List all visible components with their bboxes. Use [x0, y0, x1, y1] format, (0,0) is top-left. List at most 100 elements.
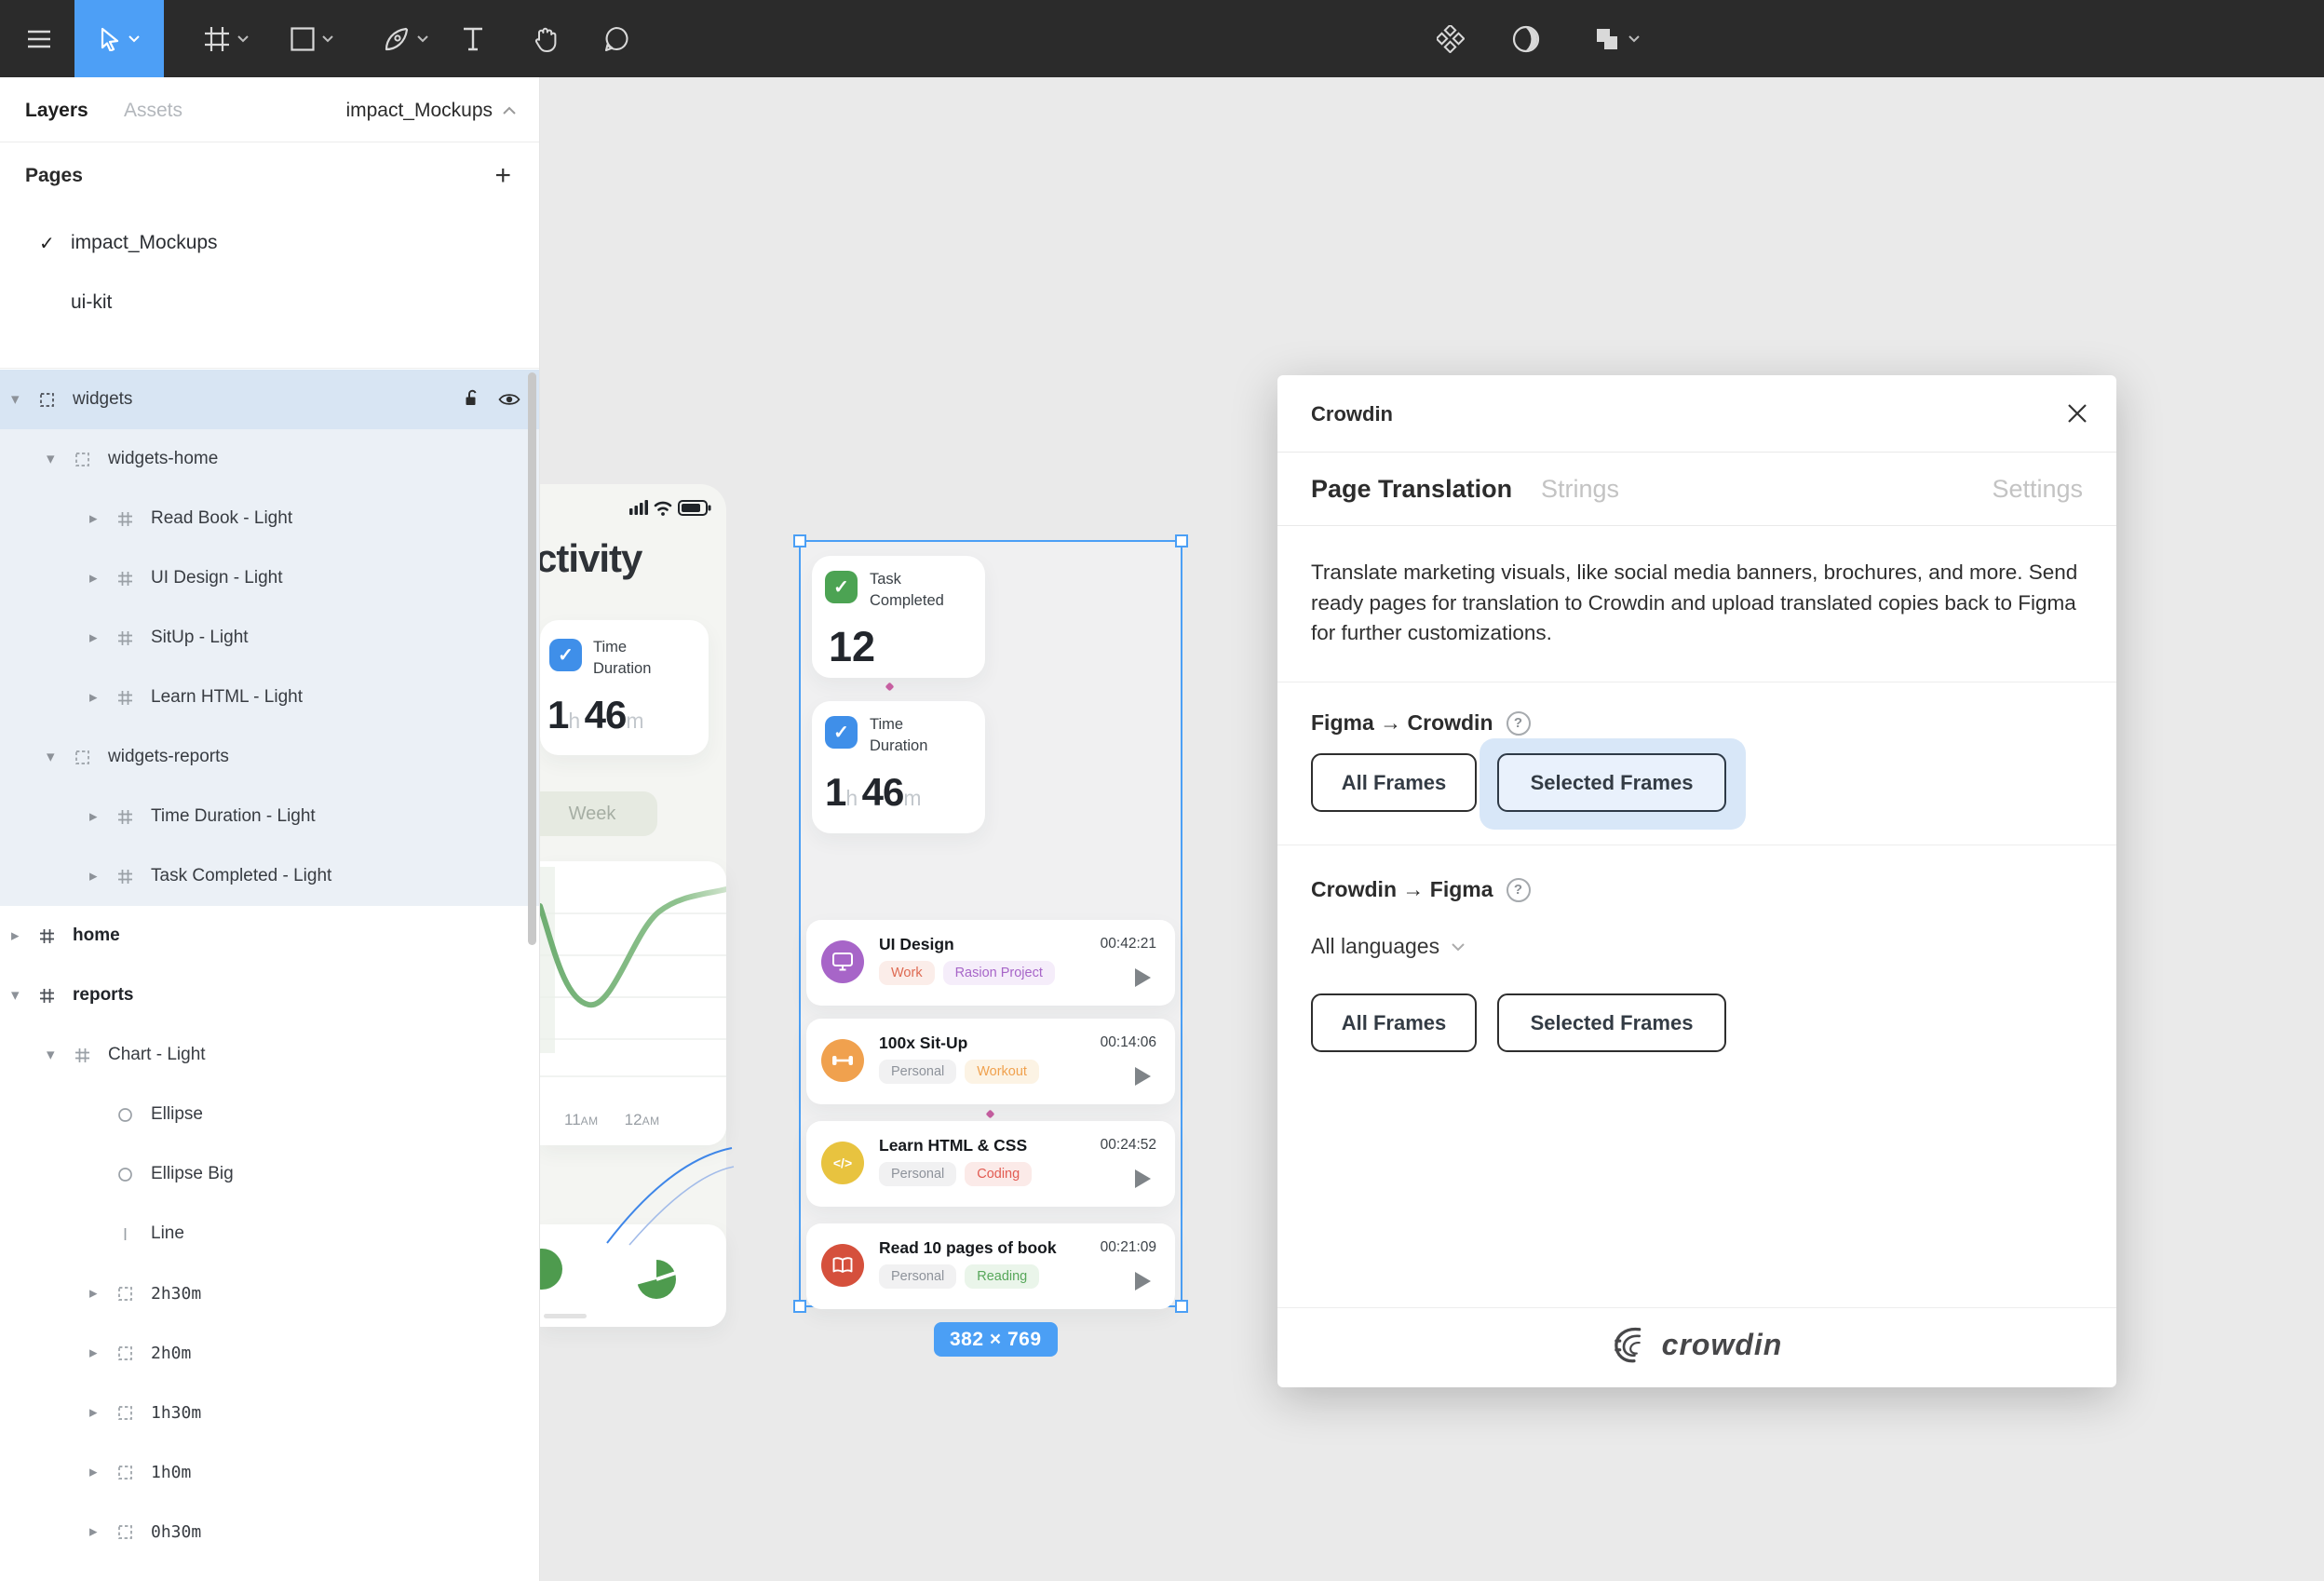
- add-page-button[interactable]: +: [494, 157, 511, 195]
- page-item-impact-mockups[interactable]: ✓ impact_Mockups: [0, 213, 539, 273]
- selection-handle-sw[interactable]: [793, 1300, 806, 1313]
- layer-row-read-book-light[interactable]: ▸ Read Book - Light: [0, 489, 539, 548]
- main-menu-button[interactable]: [13, 0, 65, 77]
- disclosure-closed-icon[interactable]: ▸: [89, 1403, 117, 1422]
- boolean-tool-button[interactable]: [1577, 0, 1655, 77]
- layer-row-ellipse-big[interactable]: Ellipse Big: [0, 1144, 539, 1204]
- sidebar-scrollbar[interactable]: [528, 372, 536, 945]
- comment-tool-button[interactable]: [588, 0, 644, 77]
- close-icon[interactable]: [2064, 400, 2090, 426]
- layer-row-task-completed-light[interactable]: ▸ Task Completed - Light: [0, 846, 539, 906]
- disclosure-open-icon[interactable]: ▾: [47, 748, 74, 766]
- x-label: 11AM: [564, 1111, 599, 1128]
- figma-to-crowdin-selected-frames-button[interactable]: Selected Frames: [1497, 753, 1726, 812]
- widget-label: Time Duration: [870, 716, 928, 755]
- group-layer-icon: [117, 1524, 147, 1540]
- hours-value: 1: [825, 770, 846, 814]
- figma-to-crowdin-all-frames-button[interactable]: All Frames: [1311, 753, 1477, 812]
- layer-row-ellipse[interactable]: Ellipse: [0, 1085, 539, 1144]
- layer-row-1h30m[interactable]: ▸ 1h30m: [0, 1383, 539, 1442]
- tab-layers[interactable]: Layers: [25, 100, 88, 122]
- task-completed-widget: ✓ Task Completed 12: [812, 556, 985, 678]
- selection-handle-se[interactable]: [1175, 1300, 1188, 1313]
- layer-label: widgets-home: [108, 449, 219, 468]
- layer-row-home[interactable]: ▸ home: [0, 906, 539, 966]
- crowdin-to-figma-all-frames-button[interactable]: All Frames: [1311, 993, 1477, 1052]
- disclosure-closed-icon[interactable]: ▸: [89, 1344, 117, 1362]
- disclosure-closed-icon[interactable]: ▸: [89, 867, 117, 885]
- shape-tool-button[interactable]: [272, 0, 352, 77]
- disclosure-closed-icon[interactable]: ▸: [89, 569, 117, 588]
- crowdin-logo-icon: [1614, 1327, 1641, 1363]
- layer-label: Learn HTML - Light: [151, 687, 303, 707]
- layer-row-0h30m[interactable]: ▸ 0h30m: [0, 1502, 539, 1561]
- hours-value: 1: [547, 693, 569, 736]
- minutes-unit: m: [903, 786, 922, 810]
- monitor-icon: [821, 940, 864, 983]
- layer-row-chart-light[interactable]: ▾ Chart - Light: [0, 1025, 539, 1085]
- eye-icon[interactable]: [498, 392, 520, 412]
- hand-tool-button[interactable]: [518, 0, 574, 77]
- selection-handle-ne[interactable]: [1175, 534, 1188, 547]
- play-icon[interactable]: [1135, 1272, 1151, 1290]
- layer-row-reports[interactable]: ▾ reports: [0, 966, 539, 1025]
- selection-handle-nw[interactable]: [793, 534, 806, 547]
- check-icon: ✓: [825, 716, 858, 749]
- layer-row-2h0m[interactable]: ▸ 2h0m: [0, 1323, 539, 1383]
- layer-row-ui-design-light[interactable]: ▸ UI Design - Light: [0, 548, 539, 608]
- play-icon[interactable]: [1135, 1067, 1151, 1086]
- unlock-icon[interactable]: [463, 388, 481, 412]
- disclosure-open-icon[interactable]: ▾: [11, 390, 39, 409]
- tag-workout: Workout: [965, 1060, 1039, 1084]
- pen-tool-button[interactable]: [363, 0, 449, 77]
- file-menu[interactable]: impact_Mockups: [345, 100, 517, 122]
- disclosure-open-icon[interactable]: ▾: [11, 986, 39, 1005]
- group-layer-icon: [117, 1465, 147, 1480]
- help-icon[interactable]: ?: [1506, 877, 1531, 902]
- layer-row-line[interactable]: Line: [0, 1204, 539, 1263]
- selected-frame-widgets[interactable]: ✓ Task Completed 12 ✓ Time Duration 1h 4…: [793, 534, 1188, 1313]
- mask-tool-button[interactable]: [1497, 0, 1555, 77]
- disclosure-closed-icon[interactable]: ▸: [89, 807, 117, 826]
- layer-row-widgets[interactable]: ▾ widgets: [0, 370, 539, 429]
- help-icon[interactable]: ?: [1506, 710, 1531, 736]
- play-icon[interactable]: [1135, 1169, 1151, 1188]
- disclosure-closed-icon[interactable]: ▸: [89, 509, 117, 528]
- disclosure-closed-icon[interactable]: ▸: [89, 688, 117, 707]
- layer-row-situp-light[interactable]: ▸ SitUp - Light: [0, 608, 539, 668]
- disclosure-closed-icon[interactable]: ▸: [11, 926, 39, 945]
- frame-tool-button[interactable]: [186, 0, 266, 77]
- disclosure-closed-icon[interactable]: ▸: [89, 1463, 117, 1481]
- layer-label: Ellipse Big: [151, 1164, 234, 1183]
- language-dropdown[interactable]: All languages: [1311, 934, 1466, 959]
- component-tool-button[interactable]: [1421, 0, 1480, 77]
- crowdin-to-figma-selected-frames-button[interactable]: Selected Frames: [1497, 993, 1726, 1052]
- tab-settings[interactable]: Settings: [1992, 475, 2083, 504]
- disclosure-closed-icon[interactable]: ▸: [89, 1522, 117, 1541]
- move-tool-button[interactable]: [74, 0, 164, 77]
- layer-row-time-duration-light[interactable]: ▸ Time Duration - Light: [0, 787, 539, 846]
- disclosure-open-icon[interactable]: ▾: [47, 450, 74, 468]
- tab-assets[interactable]: Assets: [124, 100, 182, 122]
- play-icon[interactable]: [1135, 968, 1151, 987]
- layer-row-learn-html-light[interactable]: ▸ Learn HTML - Light: [0, 668, 539, 727]
- layer-label: SitUp - Light: [151, 628, 249, 647]
- page-item-ui-kit[interactable]: ui-kit: [0, 273, 539, 332]
- disclosure-closed-icon[interactable]: ▸: [89, 1284, 117, 1303]
- layer-row-2h30m[interactable]: ▸ 2h30m: [0, 1263, 539, 1323]
- task-card-read-10-pages-of-book: Read 10 pages of book Personal Reading 00:2…: [806, 1223, 1175, 1309]
- check-icon: ✓: [549, 639, 582, 671]
- layer-row-1h0m[interactable]: ▸ 1h0m: [0, 1442, 539, 1502]
- tab-page-translation[interactable]: Page Translation: [1311, 475, 1512, 504]
- language-value: All languages: [1311, 934, 1440, 958]
- progress-bar: [544, 1314, 587, 1318]
- disclosure-open-icon[interactable]: ▾: [47, 1046, 74, 1064]
- tag-personal: Personal: [879, 1264, 957, 1289]
- layer-row-widgets-home[interactable]: ▾ widgets-home: [0, 429, 539, 489]
- disclosure-closed-icon[interactable]: ▸: [89, 628, 117, 647]
- layer-row-widgets-reports[interactable]: ▾ widgets-reports: [0, 727, 539, 787]
- tab-strings[interactable]: Strings: [1541, 475, 1619, 504]
- chevron-down-icon: [321, 35, 333, 43]
- frame-layer-icon: [74, 1047, 104, 1063]
- text-tool-button[interactable]: [447, 0, 499, 77]
